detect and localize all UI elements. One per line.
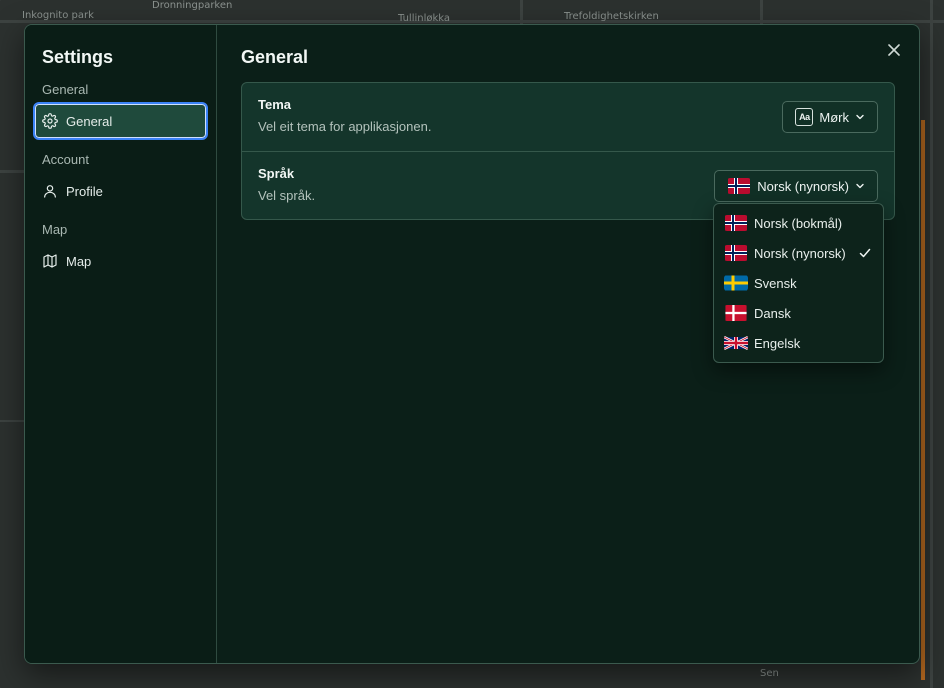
map-label: Sen	[760, 668, 779, 679]
group-label-map: Map	[42, 222, 68, 237]
page-title: General	[241, 47, 309, 67]
map-label: Inkognito park	[22, 10, 94, 21]
flag-gb-icon	[724, 335, 748, 351]
option-label: Dansk	[754, 305, 791, 321]
flag-se-icon	[724, 275, 748, 291]
flag-no-icon	[727, 178, 751, 194]
gear-icon	[42, 113, 58, 129]
settings-card: Tema Vel eit tema for applikasjonen. Aa …	[241, 82, 895, 220]
language-dropdown: Norsk (bokmål) Norsk (nynorsk) Svensk Da…	[713, 203, 884, 363]
group-label-general: General	[42, 82, 89, 97]
language-select[interactable]: Norsk (nynorsk)	[714, 170, 878, 202]
flag-no-icon	[724, 215, 748, 231]
theme-select[interactable]: Aa Mørk	[782, 101, 878, 133]
font-theme-icon: Aa	[795, 108, 814, 126]
check-icon	[859, 248, 871, 258]
setting-row-theme: Tema Vel eit tema for applikasjonen. Aa …	[242, 83, 894, 151]
map-icon	[43, 254, 57, 268]
close-button[interactable]	[883, 39, 905, 61]
language-option-engelsk[interactable]: Engelsk	[714, 328, 883, 358]
close-icon	[888, 44, 900, 56]
sidebar-item-profile[interactable]: Profile	[33, 172, 208, 210]
flag-dk-icon	[724, 305, 748, 321]
sidebar-item-label: Profile	[66, 183, 103, 199]
map-label: Trefoldighetskirken	[564, 11, 659, 22]
chevron-down-icon	[856, 114, 864, 120]
sidebar-item-label: Map	[66, 253, 92, 269]
user-icon	[44, 185, 56, 198]
option-label: Svensk	[754, 275, 797, 291]
sidebar-title: Settings	[42, 47, 114, 67]
language-select-value: Norsk (nynorsk)	[757, 178, 849, 194]
option-label: Engelsk	[754, 335, 801, 351]
map-label: Tullinløkka	[398, 13, 451, 24]
language-option-svensk[interactable]: Svensk	[714, 268, 883, 298]
group-label-account: Account	[42, 152, 89, 167]
sidebar-item-general[interactable]: General	[33, 102, 208, 140]
language-option-bokmal[interactable]: Norsk (bokmål)	[714, 208, 883, 238]
map-label: Dronningparken	[152, 0, 233, 11]
chevron-down-icon	[856, 183, 864, 189]
flag-no-icon	[724, 245, 748, 261]
theme-select-value: Mørk	[819, 109, 849, 125]
language-option-dansk[interactable]: Dansk	[714, 298, 883, 328]
option-label: Norsk (nynorsk)	[754, 245, 846, 261]
sidebar-item-label: General	[66, 113, 113, 129]
language-option-nynorsk[interactable]: Norsk (nynorsk)	[714, 238, 883, 268]
sidebar-item-map[interactable]: Map	[33, 242, 208, 280]
settings-sidebar: Settings General General Account Profile…	[25, 25, 217, 663]
option-label: Norsk (bokmål)	[754, 215, 843, 231]
